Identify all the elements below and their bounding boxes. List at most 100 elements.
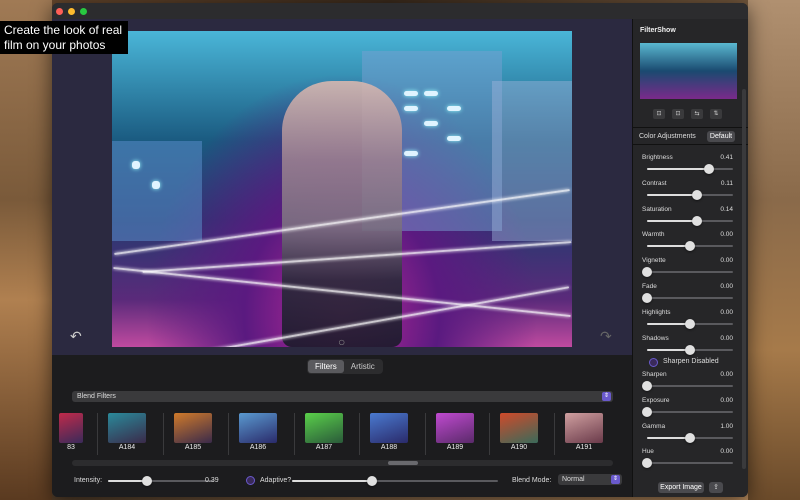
filter-thumbnail[interactable]: A186 <box>238 413 278 455</box>
adjustment-slider[interactable] <box>647 432 733 443</box>
adjustment-slider[interactable] <box>642 458 733 469</box>
adjustment-knob[interactable] <box>642 458 652 469</box>
intensity-controls: Intensity: 0.39 Adaptive? Blend Mode: No… <box>52 473 632 489</box>
select-arrow-icon: ⇕ <box>602 392 611 401</box>
flip-horizontal-icon[interactable]: ⇆ <box>691 109 703 119</box>
photo-preview <box>112 31 572 347</box>
sharpen-checkbox[interactable] <box>649 358 658 367</box>
thumbnail-divider <box>97 413 98 455</box>
blend-mode-label: Blend Mode: <box>512 477 552 484</box>
filter-thumbnail[interactable]: A185 <box>173 413 213 455</box>
adjustment-value: 0.14 <box>720 205 733 213</box>
filter-thumbnail[interactable]: 83 <box>58 413 84 455</box>
adjustment-fill <box>647 193 697 196</box>
window-light <box>404 151 418 156</box>
adjustment-knob[interactable] <box>642 267 652 278</box>
adjustment-slider[interactable] <box>647 189 733 200</box>
adjustment-value: 0.11 <box>720 179 733 187</box>
adjustment-slider[interactable] <box>647 241 733 252</box>
adjustment-name: Warmth <box>642 231 665 239</box>
adjustment-knob[interactable] <box>685 432 695 443</box>
adaptive-slider[interactable] <box>292 476 498 486</box>
sidebar-title: FilterShow <box>640 27 676 34</box>
adaptive-knob[interactable] <box>367 476 377 486</box>
filter-thumbnail[interactable]: A189 <box>435 413 475 455</box>
adjustment-slider[interactable] <box>647 344 733 355</box>
adjustment-name: Shadows <box>642 334 669 342</box>
adjustment-value: 1.00 <box>720 422 733 430</box>
minimize-button[interactable] <box>68 7 75 15</box>
filter-thumbnail[interactable]: A188 <box>369 413 409 455</box>
thumbnail-scrollbar[interactable] <box>72 460 613 466</box>
adjustment-name: Exposure <box>642 396 670 404</box>
intensity-slider[interactable] <box>108 476 214 486</box>
sidebar: FilterShow ⊡ ⊡ ⇆ ⇅ Color Adjustments Def… <box>632 19 748 497</box>
thumbnail-divider <box>554 413 555 455</box>
adjustment-fill <box>647 322 690 325</box>
adjustment-fill <box>647 348 690 351</box>
adjustment-slider[interactable] <box>642 381 733 391</box>
adjustment-gamma: Gamma 1.00 <box>641 423 733 449</box>
adjustment-knob[interactable] <box>703 164 714 174</box>
adjustment-slider[interactable] <box>647 164 733 174</box>
filter-thumbnail-label: A188 <box>380 444 398 451</box>
adjustment-knob[interactable] <box>642 293 652 303</box>
adaptive-checkbox[interactable] <box>246 476 255 485</box>
filter-thumbnails: 83 A184 A185 A186 A187 A188 A189 A190 A191 <box>52 413 632 455</box>
app-window: ↶ ○ ↷ Filters Artistic Blend Filters ⇕ 8… <box>52 3 748 497</box>
filter-thumbnail-label: A186 <box>249 444 267 451</box>
adjustment-value: 0.41 <box>720 154 733 161</box>
filter-thumbnail[interactable]: A187 <box>304 413 344 455</box>
adjustment-warmth: Warmth 0.00 <box>641 231 733 257</box>
building-right <box>492 81 572 241</box>
filter-thumbnail-image <box>500 413 538 443</box>
tab-filters[interactable]: Filters <box>308 360 344 373</box>
adjustment-knob[interactable] <box>691 215 702 226</box>
adjustment-knob[interactable] <box>685 344 695 355</box>
flip-vertical-icon[interactable]: ⇅ <box>710 109 722 119</box>
thumbnail-divider <box>489 413 490 455</box>
thumbnail-divider <box>359 413 360 455</box>
loupe-icon[interactable]: ○ <box>338 335 345 349</box>
adjustment-value: 0.00 <box>720 257 733 265</box>
adjustment-slider[interactable] <box>642 406 733 417</box>
export-image-button[interactable]: Export Image <box>658 482 704 493</box>
adjustment-knob[interactable] <box>691 189 702 200</box>
adjustment-name: Fade <box>642 283 657 290</box>
window-light <box>424 91 438 96</box>
scrollbar-thumb[interactable] <box>388 461 418 465</box>
rotate-left-icon[interactable]: ⊡ <box>653 109 665 119</box>
filter-thumbnail-image <box>436 413 474 443</box>
zoom-button[interactable] <box>80 7 87 15</box>
intensity-knob[interactable] <box>142 476 152 486</box>
adjustment-hue: Hue 0.00 <box>641 448 733 474</box>
redo-icon[interactable]: ↷ <box>600 328 612 345</box>
filter-thumbnail-label: A190 <box>510 444 528 451</box>
filter-thumbnail[interactable]: A184 <box>107 413 147 455</box>
adjustment-knob[interactable] <box>685 241 695 252</box>
sidebar-scrollbar[interactable] <box>742 89 746 469</box>
adjustment-slider[interactable] <box>642 293 733 303</box>
share-icon[interactable]: ⇪ <box>709 482 723 493</box>
rotate-right-icon[interactable]: ⊡ <box>672 109 684 119</box>
window-light <box>404 91 418 96</box>
adjustment-slider[interactable] <box>647 318 733 329</box>
adjustment-slider[interactable] <box>647 215 733 226</box>
close-button[interactable] <box>56 7 63 15</box>
filter-thumbnail[interactable]: A190 <box>499 413 539 455</box>
filter-thumbnail[interactable]: A191 <box>564 413 604 455</box>
adjustment-knob[interactable] <box>642 381 652 391</box>
adjustment-knob[interactable] <box>685 318 695 329</box>
adjustment-saturation: Saturation 0.14 <box>641 206 733 232</box>
adjustment-value: 0.00 <box>720 371 733 378</box>
blend-mode-select[interactable]: Normal ⇕ <box>558 474 622 485</box>
default-button[interactable]: Default <box>707 131 735 142</box>
filter-set-select[interactable]: Blend Filters ⇕ <box>72 391 613 402</box>
adjustment-knob[interactable] <box>642 406 652 417</box>
adjustment-slider[interactable] <box>642 267 733 278</box>
filter-thumbnail-label: 83 <box>67 444 75 451</box>
tab-artistic[interactable]: Artistic <box>344 360 382 373</box>
thumbnail-divider <box>425 413 426 455</box>
window-light <box>447 136 461 141</box>
undo-icon[interactable]: ↶ <box>70 328 82 345</box>
